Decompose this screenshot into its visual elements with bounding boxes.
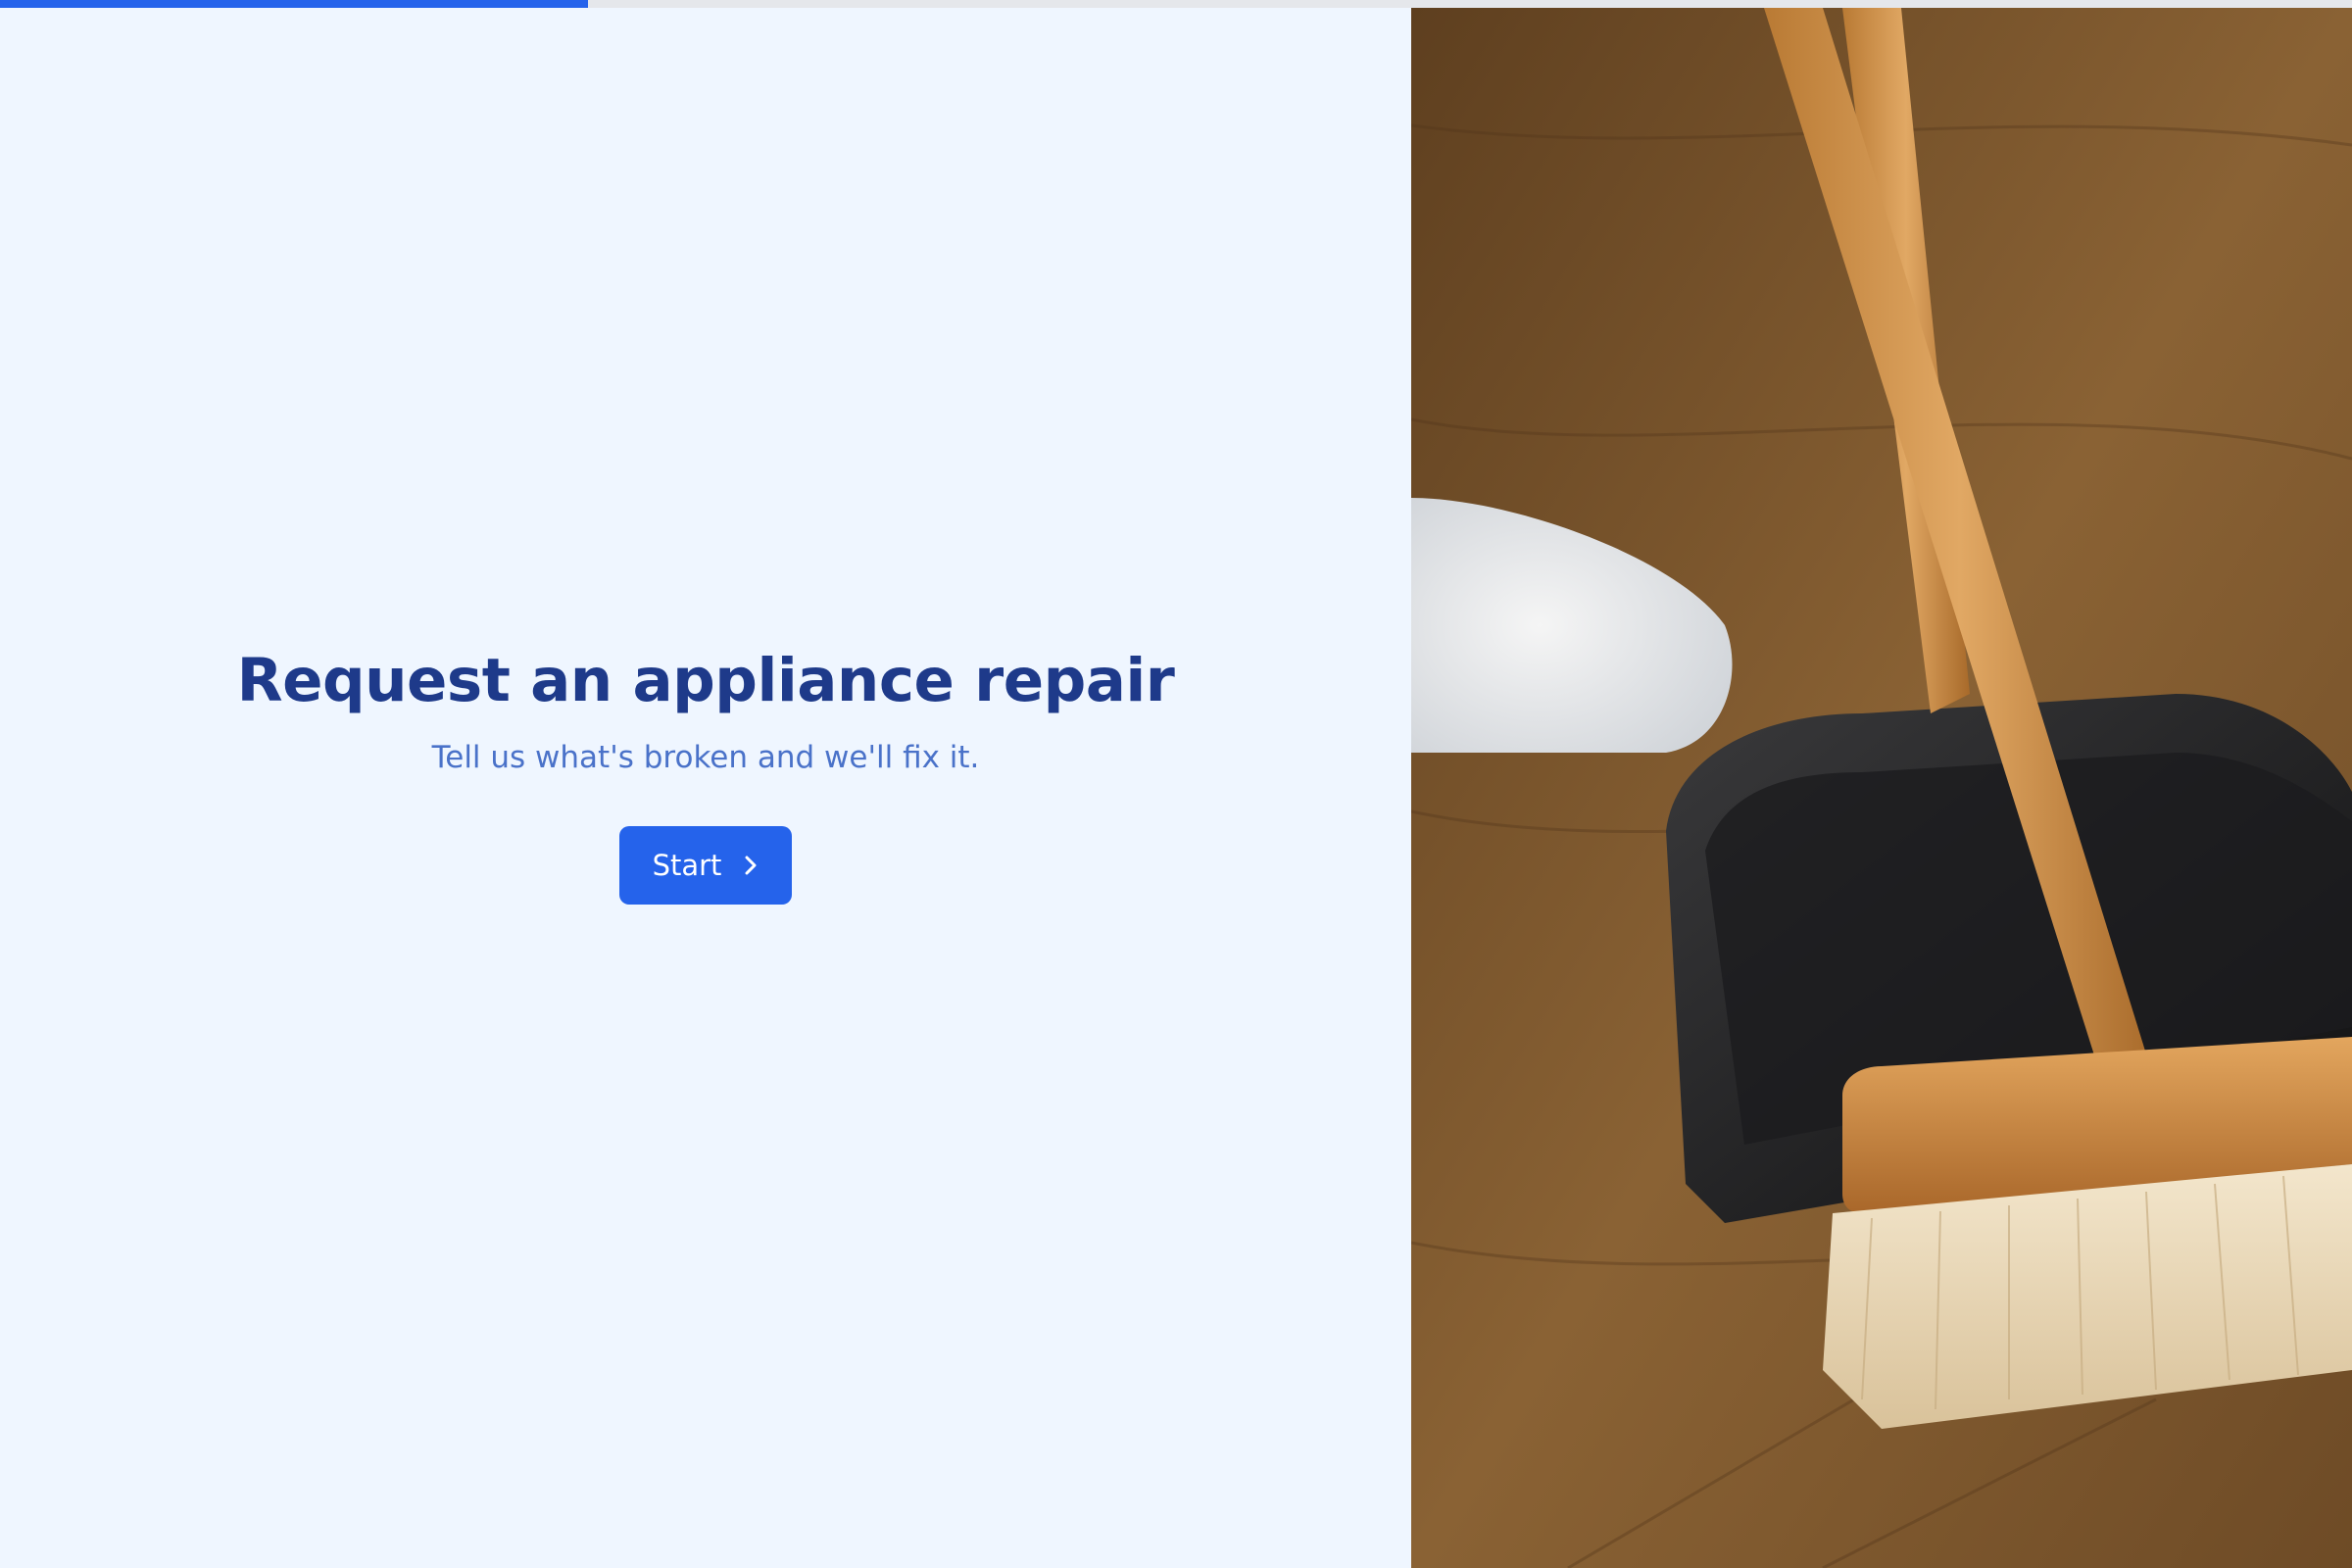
page-title: Request an appliance repair (236, 646, 1175, 715)
intro-panel: Request an appliance repair Tell us what… (0, 8, 1411, 1568)
broom-dustpan-photo (1411, 8, 2352, 1568)
start-button[interactable]: Start (619, 826, 792, 906)
progress-bar-fill (0, 0, 588, 8)
hero-section: Request an appliance repair Tell us what… (0, 645, 1411, 906)
start-button-label: Start (652, 849, 722, 883)
page-subtitle: Tell us what's broken and we'll fix it. (431, 740, 980, 776)
progress-bar (0, 0, 2352, 8)
chevron-right-icon (743, 854, 759, 877)
